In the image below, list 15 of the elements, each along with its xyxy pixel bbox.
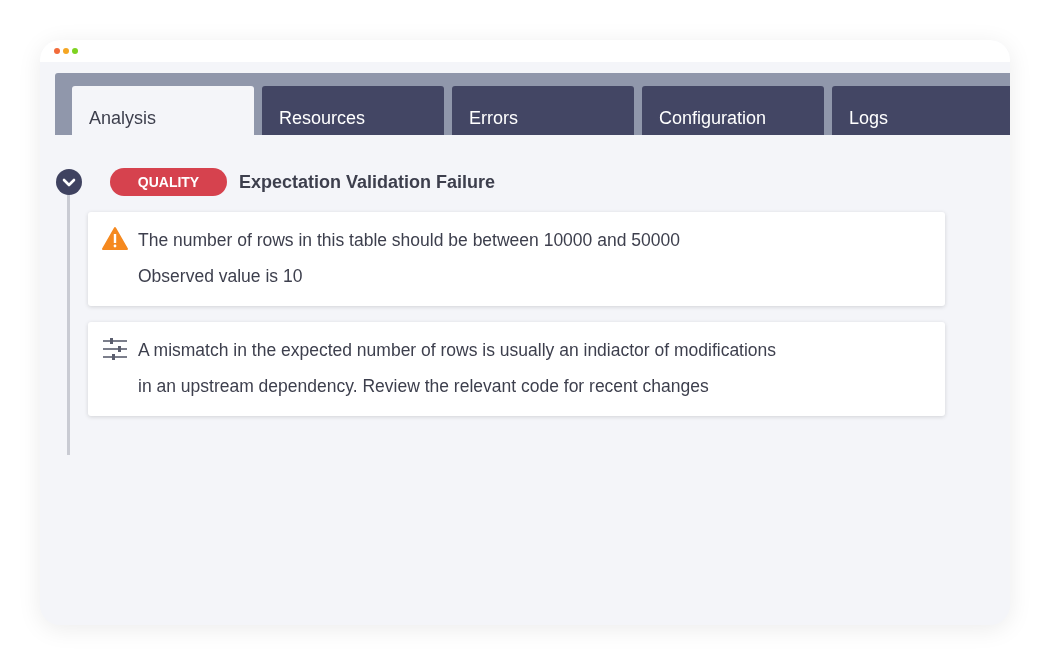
message-text: Observed value is 10 — [138, 265, 304, 288]
message-text: A mismatch in the expected number of rows is usually an indiactor of modifications — [138, 339, 777, 362]
event-title: Expectation Validation Failure — [239, 171, 496, 193]
chevron-toggle-icon[interactable] — [56, 169, 82, 195]
tab[interactable]: Logs — [832, 86, 1010, 135]
message-text: in an upstream dependency. Review the relevant code for recent changes — [138, 375, 710, 398]
warning-icon — [102, 226, 128, 252]
tab[interactable]: Analysis — [72, 86, 254, 135]
tab[interactable]: Configuration — [642, 86, 824, 135]
tab[interactable]: Errors — [452, 86, 634, 135]
sliders-icon — [102, 336, 128, 362]
tab[interactable]: Resources — [262, 86, 444, 135]
message-text: The number of rows in this table should be between 10000 and 50000 — [138, 229, 680, 252]
category-badge: QUALITY — [110, 168, 227, 196]
window-controls-icon — [54, 48, 80, 54]
